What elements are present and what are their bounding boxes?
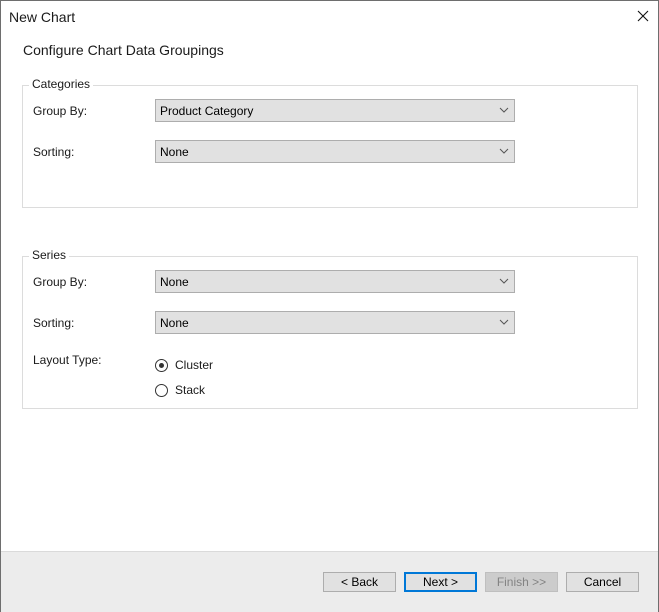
- chevron-down-icon: [499, 107, 509, 113]
- back-button[interactable]: < Back: [323, 572, 396, 592]
- categories-sorting-select[interactable]: None: [155, 140, 515, 163]
- dialog-footer: < Back Next > Finish >> Cancel: [1, 551, 658, 612]
- categories-group-by-select[interactable]: Product Category: [155, 99, 515, 122]
- series-group-by-value: None: [160, 275, 189, 289]
- categories-group: Categories Group By: Product Category So…: [22, 77, 638, 208]
- categories-legend: Categories: [29, 77, 94, 91]
- layout-stack-radio[interactable]: Stack: [155, 383, 205, 397]
- window-title: New Chart: [9, 9, 76, 25]
- chevron-down-icon: [499, 148, 509, 154]
- categories-group-by-value: Product Category: [160, 104, 254, 118]
- layout-stack-label: Stack: [175, 383, 206, 397]
- series-group-by-select[interactable]: None: [155, 270, 515, 293]
- radio-selected-icon: [155, 358, 168, 372]
- chevron-down-icon: [499, 319, 509, 325]
- categories-group-by-label: Group By:: [33, 104, 88, 118]
- radio-unselected-icon: [155, 383, 168, 397]
- categories-sorting-value: None: [160, 145, 189, 159]
- chevron-down-icon: [499, 278, 509, 284]
- close-button[interactable]: [632, 5, 654, 27]
- title-bar: New Chart: [1, 1, 658, 33]
- layout-type-label: Layout Type:: [33, 353, 102, 367]
- categories-sorting-label: Sorting:: [33, 145, 75, 159]
- finish-button: Finish >>: [485, 572, 558, 592]
- series-group-by-label: Group By:: [33, 275, 88, 289]
- page-heading: Configure Chart Data Groupings: [23, 42, 224, 58]
- series-sorting-select[interactable]: None: [155, 311, 515, 334]
- series-group: Series Group By: None Sorting: None Layo…: [22, 248, 638, 409]
- layout-cluster-radio[interactable]: Cluster: [155, 358, 213, 372]
- series-legend: Series: [29, 248, 70, 262]
- new-chart-dialog: New Chart Configure Chart Data Groupings…: [0, 0, 659, 612]
- next-button[interactable]: Next >: [404, 572, 477, 592]
- layout-cluster-label: Cluster: [175, 358, 214, 372]
- series-sorting-value: None: [160, 316, 189, 330]
- cancel-button[interactable]: Cancel: [566, 572, 639, 592]
- series-sorting-label: Sorting:: [33, 316, 75, 330]
- close-icon: [637, 10, 649, 22]
